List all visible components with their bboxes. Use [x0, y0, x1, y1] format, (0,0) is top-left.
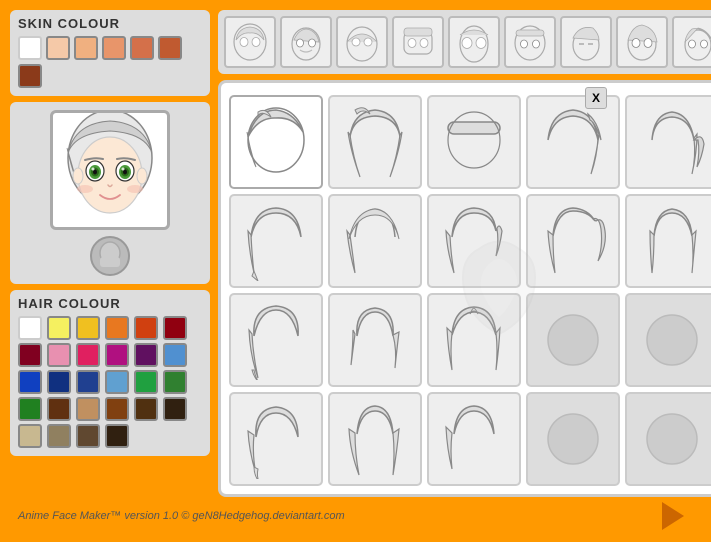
top-row: SKIN COLOUR — [10, 10, 701, 497]
hair-option-3[interactable] — [526, 95, 620, 189]
hair-grid — [229, 91, 711, 486]
face-option-3[interactable] — [392, 16, 444, 68]
face-option-4[interactable] — [448, 16, 500, 68]
skin-swatch-3[interactable] — [102, 36, 126, 60]
hair-option-12[interactable] — [427, 293, 521, 387]
hair-swatch-12[interactable] — [18, 370, 42, 394]
hair-swatch-16[interactable] — [134, 370, 158, 394]
face-preview — [50, 110, 170, 230]
hair-swatch-27[interactable] — [105, 424, 129, 448]
hair-swatch-24[interactable] — [18, 424, 42, 448]
face-option-6[interactable] — [560, 16, 612, 68]
hair-colour-label: HAIR COLOUR — [18, 296, 202, 311]
hair-indicator — [90, 236, 130, 276]
hair-option-6[interactable] — [328, 194, 422, 288]
hair-option-2[interactable] — [427, 95, 521, 189]
hair-option-19[interactable] — [625, 392, 711, 486]
main-container: SKIN COLOUR — [0, 0, 711, 542]
hair-selector-area: X — [218, 80, 711, 497]
hair-option-18[interactable] — [526, 392, 620, 486]
skin-colour-swatches — [18, 36, 202, 88]
hair-swatch-1[interactable] — [47, 316, 71, 340]
hair-swatch-0[interactable] — [18, 316, 42, 340]
hair-swatch-2[interactable] — [76, 316, 100, 340]
hair-swatch-4[interactable] — [134, 316, 158, 340]
face-svg — [55, 113, 165, 228]
hair-option-17[interactable] — [427, 392, 521, 486]
face-option-1[interactable] — [280, 16, 332, 68]
face-option-8[interactable] — [672, 16, 711, 68]
face-option-7[interactable] — [616, 16, 668, 68]
hair-swatch-5[interactable] — [163, 316, 187, 340]
hair-swatch-17[interactable] — [163, 370, 187, 394]
face-selector-row — [218, 10, 711, 74]
hair-swatch-26[interactable] — [76, 424, 100, 448]
skin-swatch-4[interactable] — [130, 36, 154, 60]
hair-swatch-8[interactable] — [76, 343, 100, 367]
hair-swatch-23[interactable] — [163, 397, 187, 421]
skin-swatch-0[interactable] — [18, 36, 42, 60]
hair-option-9[interactable] — [625, 194, 711, 288]
hair-swatch-18[interactable] — [18, 397, 42, 421]
hair-option-8[interactable] — [526, 194, 620, 288]
face-option-0[interactable] — [224, 16, 276, 68]
skin-colour-section: SKIN COLOUR — [10, 10, 210, 96]
hair-swatch-9[interactable] — [105, 343, 129, 367]
hair-indicator-svg — [95, 241, 125, 271]
left-panel: SKIN COLOUR — [10, 10, 210, 497]
hair-swatch-20[interactable] — [76, 397, 100, 421]
skin-swatch-2[interactable] — [74, 36, 98, 60]
bottom-bar: Anime Face Maker™ version 1.0 © geN8Hedg… — [10, 497, 701, 532]
hair-option-4[interactable] — [625, 95, 711, 189]
hair-swatch-25[interactable] — [47, 424, 71, 448]
hair-swatch-15[interactable] — [105, 370, 129, 394]
hair-swatch-14[interactable] — [76, 370, 100, 394]
hair-option-13[interactable] — [526, 293, 620, 387]
skin-swatch-1[interactable] — [46, 36, 70, 60]
hair-option-7[interactable] — [427, 194, 521, 288]
hair-swatch-19[interactable] — [47, 397, 71, 421]
hair-swatch-3[interactable] — [105, 316, 129, 340]
hair-option-5[interactable] — [229, 194, 323, 288]
hair-option-15[interactable] — [229, 392, 323, 486]
right-panel: X — [218, 10, 711, 497]
hair-colour-swatches — [18, 316, 202, 448]
hair-option-16[interactable] — [328, 392, 422, 486]
face-option-5[interactable] — [504, 16, 556, 68]
credit-text: Anime Face Maker™ version 1.0 © geN8Hedg… — [18, 510, 345, 522]
hair-option-10[interactable] — [229, 293, 323, 387]
hair-swatch-10[interactable] — [134, 343, 158, 367]
hair-option-0[interactable] — [229, 95, 323, 189]
hair-swatch-7[interactable] — [47, 343, 71, 367]
hair-swatch-6[interactable] — [18, 343, 42, 367]
face-option-2[interactable] — [336, 16, 388, 68]
hair-swatch-22[interactable] — [134, 397, 158, 421]
face-preview-area — [10, 102, 210, 284]
hair-option-11[interactable] — [328, 293, 422, 387]
hair-option-14[interactable] — [625, 293, 711, 387]
arrow-right-icon — [662, 502, 684, 530]
hair-swatch-21[interactable] — [105, 397, 129, 421]
hair-colour-section: HAIR COLOUR — [10, 290, 210, 456]
skin-colour-label: SKIN COLOUR — [18, 16, 202, 31]
hair-swatch-13[interactable] — [47, 370, 71, 394]
skin-swatch-6[interactable] — [18, 64, 42, 88]
hair-option-1[interactable] — [328, 95, 422, 189]
hair-swatch-11[interactable] — [163, 343, 187, 367]
skin-swatch-5[interactable] — [158, 36, 182, 60]
close-button[interactable]: X — [585, 87, 607, 109]
next-arrow-button[interactable] — [653, 500, 693, 532]
